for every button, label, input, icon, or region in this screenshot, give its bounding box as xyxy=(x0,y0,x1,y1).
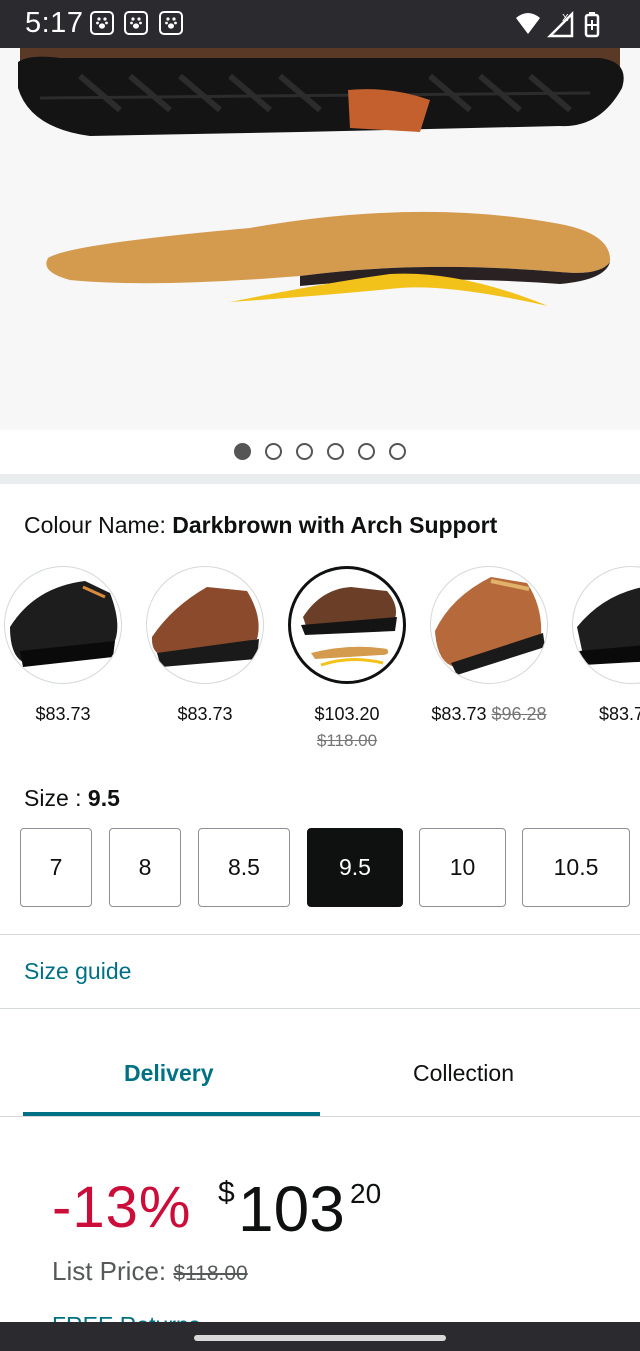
size-option[interactable]: 7 xyxy=(20,828,92,907)
home-gesture-handle[interactable] xyxy=(194,1335,446,1341)
size-option-selected[interactable]: 9.5 xyxy=(307,828,403,907)
pagination-dot[interactable] xyxy=(265,443,282,460)
colour-swatch[interactable]: $83.7 xyxy=(571,566,640,725)
list-price-label: List Price: xyxy=(52,1256,174,1286)
pagination-dot[interactable] xyxy=(389,443,406,460)
paw-icon xyxy=(90,11,114,35)
swatch-image xyxy=(146,566,264,684)
size-option[interactable]: 8.5 xyxy=(198,828,290,907)
swatch-image xyxy=(572,566,640,684)
status-time: 5:17 xyxy=(25,7,84,39)
size-label: Size : 9.5 xyxy=(24,785,120,812)
price-currency: $ xyxy=(218,1176,235,1209)
size-guide-link[interactable]: Size guide xyxy=(24,958,131,985)
status-bar: 5:17 X xyxy=(0,0,640,48)
system-status-icons: X xyxy=(516,10,600,38)
colour-swatch-selected[interactable]: $103.20 $118.00 xyxy=(287,566,407,751)
colour-swatches: $83.73 $83.73 $103.20 $118.00 $83.73 $96… xyxy=(0,566,640,756)
swatch-price: $103.20 xyxy=(314,704,380,724)
pagination-dot[interactable] xyxy=(296,443,313,460)
swatch-image xyxy=(4,566,122,684)
navigation-bar xyxy=(0,1322,640,1351)
swatch-was-price: $96.28 xyxy=(491,704,547,724)
pagination-dot[interactable] xyxy=(358,443,375,460)
product-image[interactable] xyxy=(0,48,640,430)
colour-swatch[interactable]: $83.73 $96.28 xyxy=(429,566,549,725)
swatch-price: $83.7 xyxy=(599,704,640,724)
size-option[interactable]: 8 xyxy=(109,828,181,907)
size-option[interactable]: 10 xyxy=(419,828,506,907)
divider xyxy=(0,1116,640,1117)
colour-swatch[interactable]: $83.73 xyxy=(3,566,123,725)
colour-swatch[interactable]: $83.73 xyxy=(145,566,265,725)
pagination-dot[interactable] xyxy=(234,443,251,460)
list-price: List Price: $118.00 xyxy=(52,1256,248,1287)
list-price-value: $118.00 xyxy=(173,1262,248,1285)
colour-name-label: Colour Name: xyxy=(24,512,173,538)
discount-percent: -13% xyxy=(52,1175,192,1240)
swatch-price: $83.73 xyxy=(35,704,91,724)
size-label-text: Size : xyxy=(24,785,88,811)
price-whole: 103 xyxy=(238,1173,345,1245)
image-pagination xyxy=(0,443,640,461)
section-divider xyxy=(0,474,640,484)
swatch-was-price: $118.00 xyxy=(316,731,378,750)
paw-icon xyxy=(124,11,148,35)
price-fraction: 20 xyxy=(350,1178,382,1209)
swatch-price: $83.73 xyxy=(431,704,487,724)
divider xyxy=(0,934,640,935)
divider xyxy=(0,1008,640,1009)
swatch-image xyxy=(288,566,406,684)
colour-name: Colour Name: Darkbrown with Arch Support xyxy=(24,512,497,539)
paw-icon xyxy=(159,11,183,35)
size-option[interactable]: 10.5 xyxy=(522,828,630,907)
tab-collection[interactable]: Collection xyxy=(413,1060,514,1087)
tab-delivery[interactable]: Delivery xyxy=(124,1060,214,1087)
signal-icon xyxy=(546,10,574,38)
swatch-image xyxy=(430,566,548,684)
wifi-icon xyxy=(516,13,540,34)
size-selected-value: 9.5 xyxy=(87,785,120,811)
colour-name-value: Darkbrown with Arch Support xyxy=(172,512,498,538)
pagination-dot[interactable] xyxy=(327,443,344,460)
svg-text:X: X xyxy=(562,13,569,24)
swatch-price-row: $83.73 $96.28 xyxy=(429,704,549,725)
swatch-price: $83.73 xyxy=(177,704,233,724)
